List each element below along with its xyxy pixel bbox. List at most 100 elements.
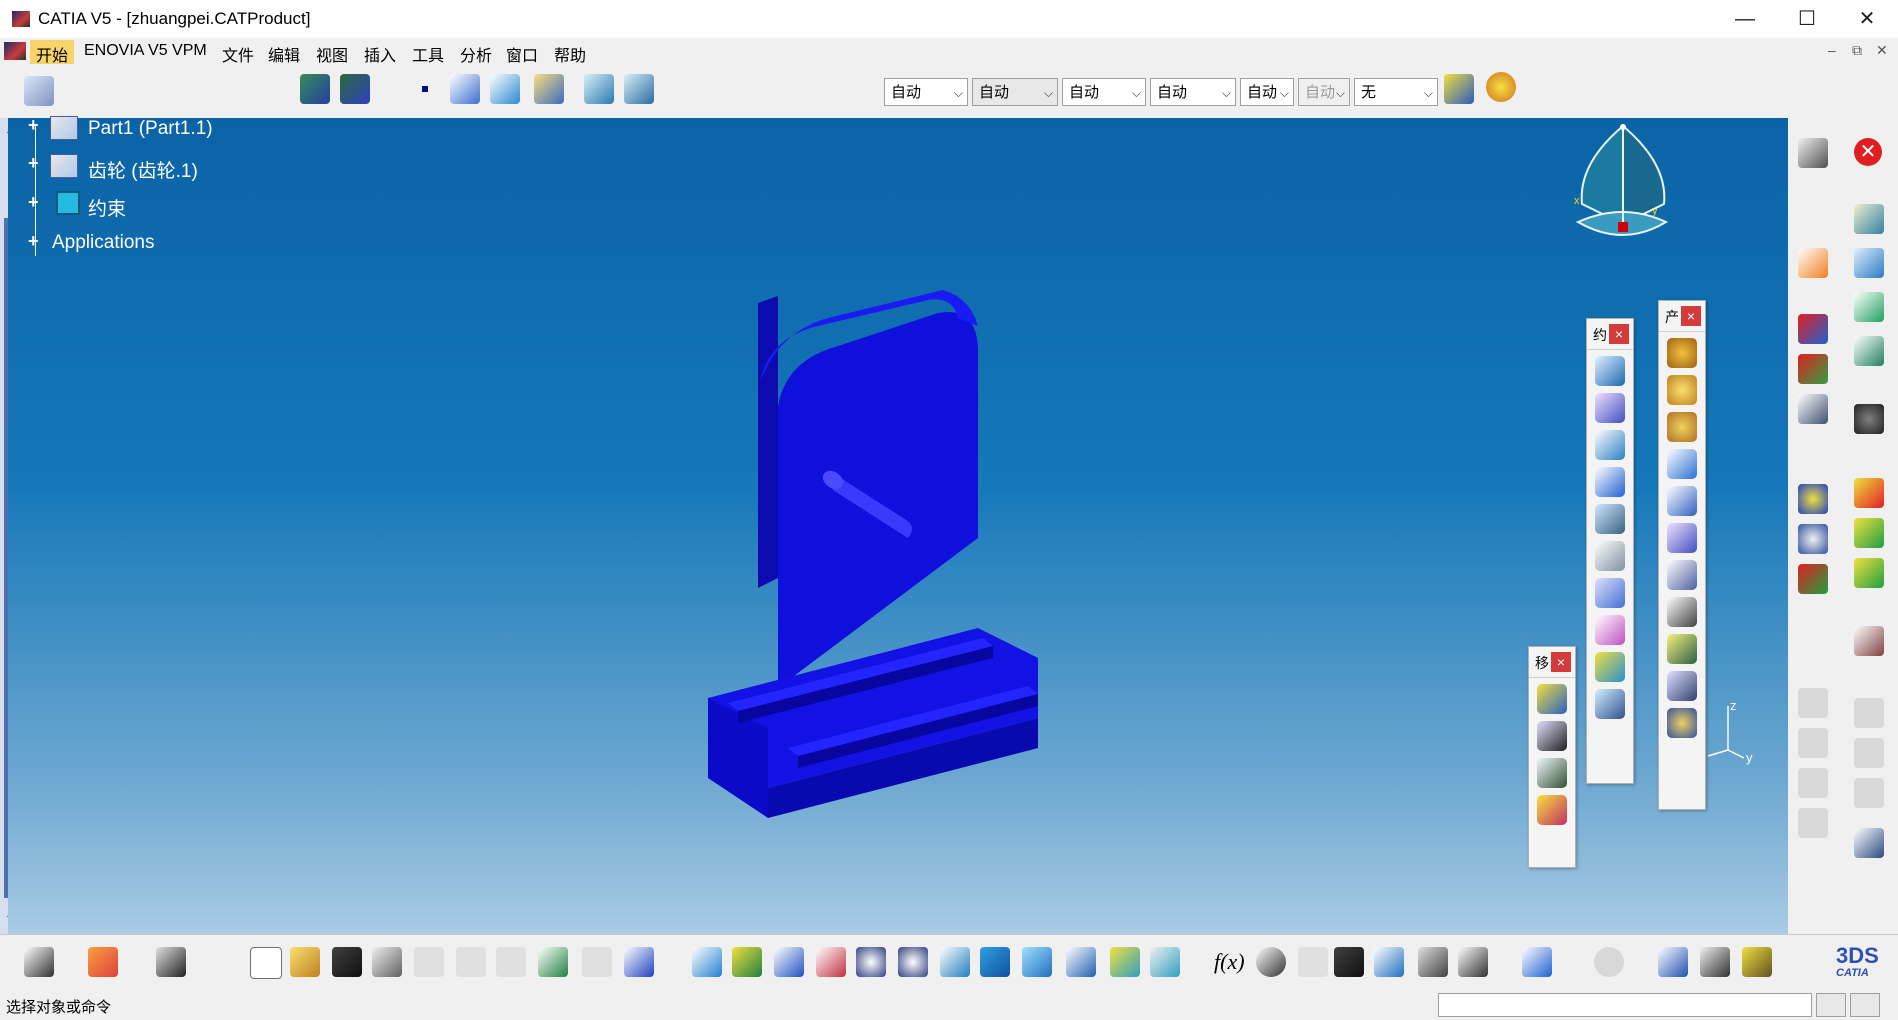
expand-icon[interactable]: + — [28, 116, 42, 134]
transparency-select[interactable]: 自动 ⌵ — [972, 78, 1058, 106]
tree-node-gear[interactable]: 齿轮 (齿轮.1) — [88, 156, 198, 183]
angle-constraint-icon[interactable] — [1595, 467, 1625, 497]
structure-icon[interactable] — [1374, 947, 1404, 977]
fit-all-icon[interactable] — [732, 947, 762, 977]
painter-icon[interactable] — [1444, 74, 1474, 104]
close-icon[interactable]: × — [1681, 306, 1701, 326]
compass-widget[interactable]: x y — [1568, 124, 1678, 254]
new-part-icon[interactable] — [1667, 412, 1697, 442]
measure-item-icon[interactable] — [1700, 947, 1730, 977]
coincidence-constraint-icon[interactable] — [1595, 356, 1625, 386]
existing-with-positioning-icon[interactable] — [1667, 486, 1697, 516]
analysis-icon[interactable] — [1798, 484, 1828, 514]
formula-button[interactable]: f(x) — [1214, 949, 1245, 975]
manipulation-icon[interactable] — [1537, 684, 1567, 714]
fix-component-icon[interactable] — [1595, 504, 1625, 534]
workbench-icon[interactable] — [24, 76, 54, 106]
snap-point-icon[interactable] — [624, 74, 654, 104]
iso-view-icon[interactable] — [1022, 947, 1052, 977]
save-icon[interactable] — [332, 947, 362, 977]
snap-move-icon[interactable] — [1537, 721, 1567, 751]
sketch-icon[interactable] — [534, 74, 564, 104]
update-icon[interactable] — [1854, 518, 1884, 548]
hide-show-icon[interactable] — [1110, 947, 1140, 977]
menu-analysis[interactable]: 分析 — [460, 42, 492, 66]
undo-icon[interactable] — [538, 947, 568, 977]
menu-edit[interactable]: 编辑 — [268, 42, 300, 66]
line-thickness-select[interactable]: 自动 ⌵ — [1062, 78, 1146, 106]
select-mode-icon[interactable] — [1798, 138, 1828, 168]
product-icon[interactable] — [1854, 204, 1884, 234]
3d-viewport[interactable]: + Part1 (Part1.1) + 齿轮 (齿轮.1) + 约束 + App… — [8, 116, 1788, 934]
constraints-icon[interactable] — [56, 191, 80, 215]
tree-node-applications[interactable]: Applications — [52, 232, 154, 254]
expand-icon[interactable]: + — [28, 193, 42, 211]
search-button[interactable] — [1850, 993, 1880, 1017]
explode-icon[interactable] — [1537, 758, 1567, 788]
lock-icon[interactable] — [1418, 947, 1448, 977]
surface-icon[interactable] — [490, 74, 520, 104]
part-icon[interactable] — [50, 154, 78, 178]
pointer-select-icon[interactable] — [1798, 248, 1828, 278]
swap-visible-space-icon[interactable] — [1150, 947, 1180, 977]
examine-mode-icon[interactable] — [340, 74, 370, 104]
multi-instantiation-icon[interactable] — [1667, 708, 1697, 738]
offset-constraint-icon[interactable] — [1595, 430, 1625, 460]
color-select[interactable]: 自动 ⌵ — [884, 78, 968, 106]
zoom-in-icon[interactable] — [856, 947, 886, 977]
measure-icon[interactable] — [1798, 524, 1828, 554]
menu-view[interactable]: 视图 — [316, 42, 348, 66]
graph-tree-reordering-icon[interactable] — [1667, 560, 1697, 590]
close-icon[interactable]: × — [1551, 652, 1571, 672]
existing-component-icon[interactable] — [1667, 449, 1697, 479]
camera-icon[interactable] — [156, 947, 186, 977]
point-icon[interactable] — [422, 86, 428, 92]
measure-between-icon[interactable] — [1658, 947, 1688, 977]
multi-view-icon[interactable] — [980, 947, 1010, 977]
command-input[interactable] — [1438, 993, 1812, 1017]
new-component-icon[interactable] — [1667, 338, 1697, 368]
curve-icon[interactable] — [450, 74, 480, 104]
expand-icon[interactable]: + — [28, 232, 42, 250]
selective-load-icon[interactable] — [1667, 634, 1697, 664]
exit-workbench-icon[interactable]: ✕ — [1854, 138, 1882, 166]
print-icon[interactable] — [372, 947, 402, 977]
section-icon[interactable] — [1798, 564, 1828, 594]
pan-icon[interactable] — [774, 947, 804, 977]
new-file-icon[interactable] — [250, 947, 282, 979]
parameters-icon[interactable] — [1458, 947, 1488, 977]
fly-mode-icon[interactable] — [300, 74, 330, 104]
help-icon[interactable] — [624, 947, 654, 977]
close-button[interactable]: ✕ — [1838, 4, 1896, 34]
scene-icon[interactable] — [1798, 314, 1828, 344]
stop-manipulate-on-clash-icon[interactable] — [1537, 795, 1567, 825]
properties-icon[interactable] — [1486, 72, 1516, 102]
generate-numbering-icon[interactable] — [1667, 597, 1697, 627]
replace-icon[interactable] — [1854, 558, 1884, 588]
doc-minimize-button[interactable]: – — [1828, 42, 1836, 58]
new-product-icon[interactable] — [1667, 375, 1697, 405]
quick-constraint-icon[interactable] — [1595, 578, 1625, 608]
menu-window[interactable]: 窗口 — [506, 42, 538, 66]
part-icon[interactable] — [50, 116, 78, 140]
fly-icon[interactable] — [692, 947, 722, 977]
layer-filter-icon[interactable] — [1522, 947, 1552, 977]
shading-icon[interactable] — [1066, 947, 1096, 977]
snap-icon[interactable] — [584, 74, 614, 104]
flexible-rigid-icon[interactable] — [1595, 615, 1625, 645]
people-icon[interactable] — [1854, 626, 1884, 656]
catia-menu-icon[interactable] — [4, 42, 26, 60]
expand-icon[interactable]: + — [28, 154, 42, 172]
fix-together-icon[interactable] — [1595, 541, 1625, 571]
point-symbol-select[interactable]: 自动 ⌵ — [1240, 78, 1294, 106]
command-button[interactable] — [1816, 993, 1846, 1017]
doc-close-button[interactable]: ✕ — [1876, 42, 1888, 59]
save-management-icon[interactable] — [24, 947, 54, 977]
contact-constraint-icon[interactable] — [1595, 393, 1625, 423]
open-folder-icon[interactable] — [290, 947, 320, 977]
layer-select[interactable]: 无 ⌵ — [1354, 78, 1438, 106]
tree-expand-icon[interactable] — [1854, 292, 1884, 322]
replace-component-icon[interactable] — [1667, 523, 1697, 553]
manage-representations-icon[interactable] — [1667, 671, 1697, 701]
menu-insert[interactable]: 插入 — [364, 42, 396, 66]
